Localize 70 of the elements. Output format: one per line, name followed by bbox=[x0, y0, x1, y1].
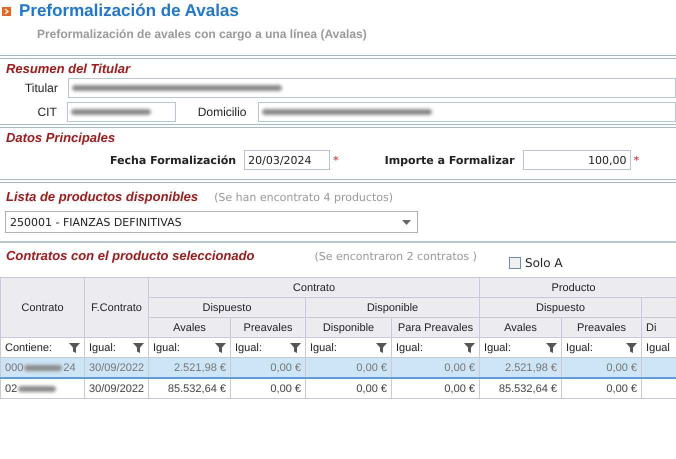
table-cell: 0,00 € bbox=[270, 382, 301, 394]
filter-label[interactable]: Igual: bbox=[396, 342, 423, 354]
section-title: Lista de productos disponibles bbox=[6, 189, 198, 204]
redaction-mark bbox=[18, 386, 56, 392]
field-label: Fecha Formalización bbox=[110, 154, 236, 166]
section-title: Resumen del Titular bbox=[5, 60, 132, 76]
group-header: Disponible bbox=[306, 298, 480, 318]
filter-label[interactable]: Igual: bbox=[153, 342, 180, 354]
filter-label[interactable]: Igual: bbox=[484, 342, 511, 354]
section-title: Datos Principales bbox=[5, 129, 116, 145]
table-cell: 0,00 € bbox=[444, 362, 476, 374]
titular-field[interactable] bbox=[68, 78, 676, 98]
column-header[interactable]: Preavales bbox=[562, 318, 642, 338]
required-mark: * bbox=[634, 154, 640, 166]
group-header: Producto bbox=[480, 278, 676, 298]
product-count: (Se han encontrato 4 productos) bbox=[214, 191, 394, 204]
filter-label[interactable]: Igual: bbox=[310, 342, 337, 354]
filter-icon[interactable] bbox=[215, 342, 226, 352]
checkbox-label[interactable]: Solo A bbox=[524, 256, 563, 270]
domicilio-field[interactable] bbox=[258, 102, 676, 122]
table-row[interactable]: 02 30/09/2022 85.532,64 € 0,00 € 0,00 € 0,00 € 85.532,64 € 0,00 € bbox=[0, 378, 676, 398]
table-cell: 0,00 € bbox=[444, 382, 476, 394]
column-header[interactable]: Preavales bbox=[230, 318, 306, 338]
checkbox[interactable] bbox=[508, 256, 521, 268]
table-cell: 000 bbox=[5, 362, 24, 374]
required-mark: * bbox=[333, 154, 339, 166]
filter-icon[interactable] bbox=[464, 342, 476, 352]
filter-icon[interactable] bbox=[290, 342, 301, 352]
field-label: Domicilio bbox=[196, 105, 248, 119]
table-cell: 2.521,98 € bbox=[174, 362, 226, 374]
table-cell: 24 bbox=[63, 362, 76, 374]
group-header: Contrato bbox=[148, 278, 480, 298]
page-subtitle: Preformalización de avales con cargo a una línea (Avalas) bbox=[36, 26, 368, 43]
section-title: Contratos con el producto seleccionado bbox=[6, 248, 254, 263]
redaction-mark bbox=[24, 364, 62, 370]
column-header[interactable]: Avales bbox=[148, 318, 230, 338]
filter-icon[interactable] bbox=[69, 342, 80, 352]
table-cell: 85.532,64 € bbox=[168, 382, 226, 394]
table-cell: 85.532,64 € bbox=[498, 382, 558, 394]
table-cell: 30/09/2022 bbox=[89, 382, 144, 394]
table-cell: 2.521,98 € bbox=[505, 362, 558, 374]
table-cell: 0,00 € bbox=[606, 362, 638, 374]
input-field[interactable]: 20/03/2024 bbox=[244, 150, 330, 170]
filter-icon[interactable] bbox=[626, 342, 638, 352]
product-select[interactable]: 250001 - FIANZAS DEFINITIVAS bbox=[5, 211, 418, 233]
field-label: Titular bbox=[24, 81, 59, 95]
cit-field[interactable] bbox=[66, 102, 176, 122]
contract-count: (Se encontraron 2 contratos ) bbox=[314, 250, 477, 263]
field-label: CIT bbox=[36, 105, 58, 119]
input-field[interactable]: 100,00 bbox=[522, 150, 631, 170]
group-header: Dispuesto bbox=[148, 298, 306, 318]
table-cell: 0,00 € bbox=[606, 382, 638, 394]
field-label: Importe a Formalizar bbox=[384, 154, 515, 166]
filter-icon[interactable] bbox=[546, 342, 558, 352]
caret-icon bbox=[402, 220, 411, 224]
column-header[interactable]: Para Preavales bbox=[392, 318, 480, 338]
column-header[interactable]: Contrato bbox=[0, 278, 84, 338]
filter-icon[interactable] bbox=[133, 342, 144, 352]
column-header[interactable]: Di bbox=[642, 318, 676, 338]
table-cell: 0,00 € bbox=[270, 362, 301, 374]
filter-icon[interactable] bbox=[376, 342, 387, 352]
column-header[interactable]: F.Contrato bbox=[84, 278, 148, 338]
group-header: Dispuesto bbox=[480, 298, 642, 318]
column-header[interactable]: Avales bbox=[480, 318, 562, 338]
table-cell: 0,00 € bbox=[356, 382, 387, 394]
page-title: Preformalización de Avalas bbox=[19, 1, 239, 21]
table-cell: 02 bbox=[5, 382, 18, 394]
table-cell: 30/09/2022 bbox=[89, 362, 144, 374]
table-cell: 0,00 € bbox=[356, 362, 387, 374]
column-header[interactable]: Disponible bbox=[306, 318, 392, 338]
